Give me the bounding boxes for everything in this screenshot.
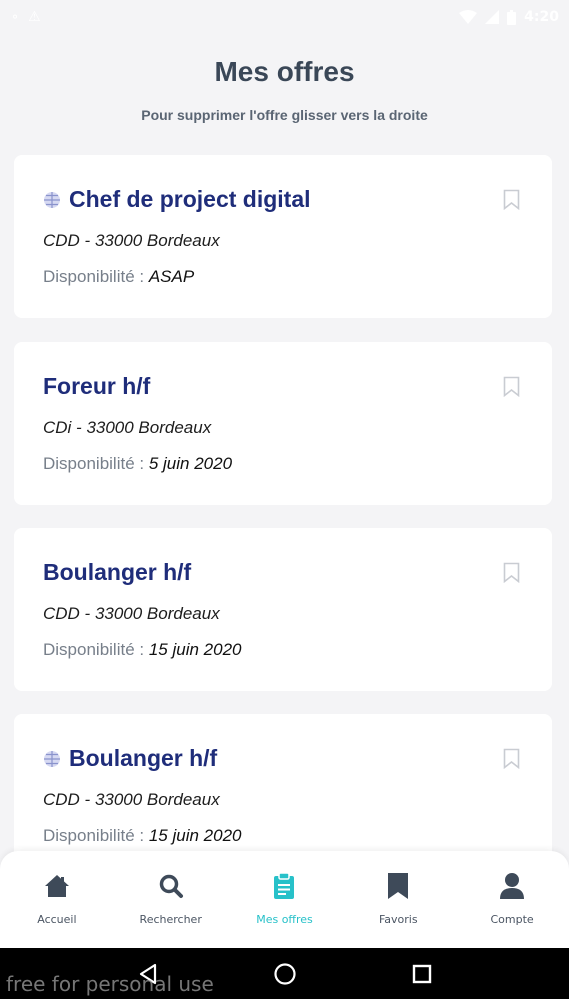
availability-label: Disponibilité :: [43, 826, 145, 845]
offer-title-text: Boulanger h/f: [43, 559, 192, 585]
offer-card[interactable]: Foreur h/f CDi - 33000 Bordeaux Disponib…: [14, 342, 552, 505]
page-subtitle: Pour supprimer l'offre glisser vers la d…: [141, 107, 428, 123]
offer-contract: CDi - 33000 Bordeaux: [43, 418, 212, 437]
availability-label: Disponibilité :: [43, 267, 145, 286]
tab-compte[interactable]: Compte: [455, 851, 569, 948]
bookmark-icon[interactable]: [503, 748, 520, 769]
tab-label: Rechercher: [139, 913, 202, 926]
home-icon: [42, 871, 72, 901]
tab-label: Mes offres: [256, 913, 313, 926]
offer-availability: Disponibilité : 5 juin 2020: [43, 454, 232, 474]
availability-value: ASAP: [148, 267, 195, 286]
offer-title-text: Boulanger h/f: [69, 745, 218, 771]
offer-title: Boulanger h/f: [43, 745, 217, 772]
signal-icon: [485, 10, 500, 24]
tab-label: Accueil: [37, 913, 77, 926]
status-time: 4:20: [524, 9, 559, 25]
bookmark-icon[interactable]: [503, 376, 520, 397]
watermark: free for personal use: [6, 972, 214, 996]
globe-icon: [44, 750, 60, 767]
user-icon: [497, 871, 527, 901]
recents-icon[interactable]: [412, 964, 432, 984]
system-nav-bar: free for personal use: [0, 948, 569, 999]
bottom-tab-bar: Accueil Rechercher Mes offres Favoris Co…: [0, 851, 569, 948]
tab-label: Favoris: [378, 913, 418, 926]
battery-icon: [507, 9, 517, 25]
wifi-icon: [459, 10, 478, 24]
offer-contract: CDD - 33000 Bordeaux: [43, 231, 220, 250]
clipboard-icon: [269, 871, 299, 901]
offer-contract: CDD - 33000 Bordeaux: [43, 790, 220, 809]
offer-title-text: Foreur h/f: [43, 373, 151, 399]
availability-label: Disponibilité :: [43, 640, 145, 659]
offer-title: Boulanger h/f: [43, 559, 191, 586]
availability-value: 15 juin 2020: [148, 826, 242, 845]
offer-availability: Disponibilité : 15 juin 2020: [43, 826, 241, 846]
warning-icon: ⚠: [28, 9, 41, 25]
availability-value: 5 juin 2020: [148, 454, 233, 473]
tab-accueil[interactable]: Accueil: [0, 851, 114, 948]
offer-title: Chef de project digital: [43, 186, 311, 213]
offer-title: Foreur h/f: [43, 373, 150, 400]
tab-favoris[interactable]: Favoris: [341, 851, 455, 948]
home-circle-icon[interactable]: [273, 962, 297, 986]
offer-availability: Disponibilité : ASAP: [43, 267, 194, 287]
offer-card[interactable]: Boulanger h/f CDD - 33000 Bordeaux Dispo…: [14, 528, 552, 691]
offer-availability: Disponibilité : 15 juin 2020: [43, 640, 241, 660]
bookmark-icon[interactable]: [503, 562, 520, 583]
status-bar: ⚬ ⚠ 4:20: [0, 0, 569, 34]
bookmark-icon[interactable]: [503, 189, 520, 210]
availability-label: Disponibilité :: [43, 454, 145, 473]
offer-title-text: Chef de project digital: [69, 186, 311, 212]
tab-rechercher[interactable]: Rechercher: [114, 851, 228, 948]
offer-card[interactable]: Chef de project digital CDD - 33000 Bord…: [14, 155, 552, 318]
tab-label: Compte: [490, 913, 534, 926]
notification-dot-icon: ⚬: [10, 10, 21, 24]
page-title: Mes offres: [214, 56, 355, 87]
search-icon: [156, 871, 186, 901]
tab-mes-offres[interactable]: Mes offres: [228, 851, 342, 948]
offer-contract: CDD - 33000 Bordeaux: [43, 604, 220, 623]
globe-icon: [44, 191, 60, 208]
availability-value: 15 juin 2020: [148, 640, 242, 659]
bookmark-icon: [383, 871, 413, 901]
